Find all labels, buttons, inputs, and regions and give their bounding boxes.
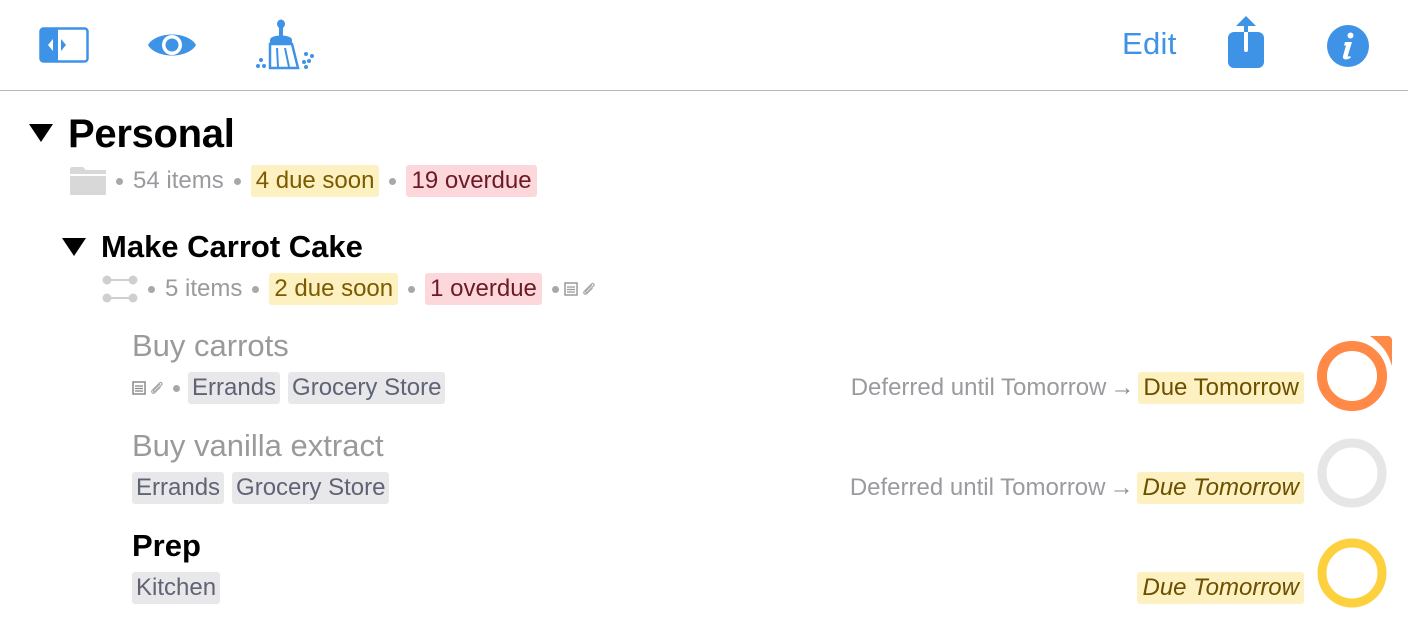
project-title[interactable]: Make Carrot Cake — [101, 229, 363, 265]
tag-errands[interactable]: Errands — [132, 472, 225, 504]
edit-button[interactable]: Edit — [1122, 26, 1177, 62]
separator-dot — [173, 384, 180, 392]
deferred-status-circle[interactable] — [1316, 436, 1392, 512]
separator-dot — [116, 177, 123, 185]
task-row[interactable]: Prep Kitchen Due Tomorrow — [132, 528, 1408, 620]
task-meta: Errands Grocery Store — [132, 472, 397, 504]
task-row[interactable]: Buy carrots Errands Grocery Store Deferr… — [132, 328, 1408, 428]
folder-meta: 54 items 4 due soon 19 overdue — [70, 164, 537, 198]
project-items-count: 5 items — [165, 275, 243, 302]
eye-icon[interactable] — [146, 28, 198, 62]
separator-dot — [408, 285, 416, 293]
broom-icon[interactable] — [254, 18, 318, 72]
project-overdue-badge: 1 overdue — [425, 273, 542, 305]
flagged-status-circle[interactable] — [1316, 336, 1392, 412]
due-date-badge: Due Tomorrow — [1137, 572, 1304, 604]
task-meta: Kitchen — [132, 572, 228, 604]
sidebar-toggle-icon[interactable] — [39, 27, 89, 63]
separator-dot — [252, 285, 260, 293]
folder-overdue-badge: 19 overdue — [406, 165, 537, 197]
task-attachments — [132, 380, 165, 396]
note-icon — [564, 282, 578, 296]
task-title[interactable]: Prep — [132, 528, 201, 564]
task-title[interactable]: Buy vanilla extract — [132, 428, 384, 464]
task-row[interactable]: Buy vanilla extract Errands Grocery Stor… — [132, 428, 1408, 528]
separator-dot — [233, 177, 241, 185]
toolbar: Edit — [0, 0, 1408, 91]
paperclip-icon — [149, 380, 165, 396]
task-dates: Due Tomorrow — [1137, 572, 1304, 604]
task-title[interactable]: Buy carrots — [132, 328, 289, 364]
folder-items-count: 54 items — [133, 167, 224, 194]
project-meta: 5 items 2 due soon 1 overdue — [102, 272, 599, 306]
paperclip-icon — [581, 281, 597, 297]
tag-kitchen[interactable]: Kitchen — [132, 572, 221, 604]
project-title-text: Make Carrot Cake — [101, 229, 363, 264]
share-icon[interactable] — [1226, 14, 1266, 70]
folder-title[interactable]: Personal — [68, 112, 235, 157]
separator-dot — [148, 285, 155, 293]
task-meta: Errands Grocery Store — [132, 372, 453, 404]
deferred-date: Deferred until Tomorrow — [849, 474, 1106, 501]
parallel-project-icon — [102, 275, 138, 303]
tag-errands[interactable]: Errands — [188, 372, 281, 404]
due-date-badge: Due Tomorrow — [1138, 372, 1304, 404]
project-due-soon-badge: 2 due soon — [269, 273, 399, 305]
folder-disclosure-triangle[interactable] — [29, 124, 53, 142]
note-icon — [132, 381, 146, 395]
folder-icon — [70, 167, 106, 195]
info-icon[interactable] — [1326, 24, 1370, 68]
project-disclosure-triangle[interactable] — [62, 238, 86, 256]
separator-dot — [551, 285, 559, 293]
task-dates: Deferred until Tomorrow → Due Tomorrow — [850, 472, 1304, 504]
separator-dot — [389, 177, 397, 185]
arrow-icon: → — [1109, 474, 1134, 501]
tag-grocery-store[interactable]: Grocery Store — [288, 372, 446, 404]
folder-due-soon-badge: 4 due soon — [250, 165, 380, 197]
arrow-icon: → — [1110, 374, 1135, 401]
due-soon-status-circle[interactable] — [1316, 536, 1392, 612]
task-dates: Deferred until Tomorrow → Due Tomorrow — [851, 372, 1304, 404]
project-attachments — [564, 281, 597, 297]
deferred-date: Deferred until Tomorrow — [850, 374, 1107, 401]
due-date-badge: Due Tomorrow — [1137, 472, 1304, 504]
tag-grocery-store[interactable]: Grocery Store — [232, 472, 390, 504]
